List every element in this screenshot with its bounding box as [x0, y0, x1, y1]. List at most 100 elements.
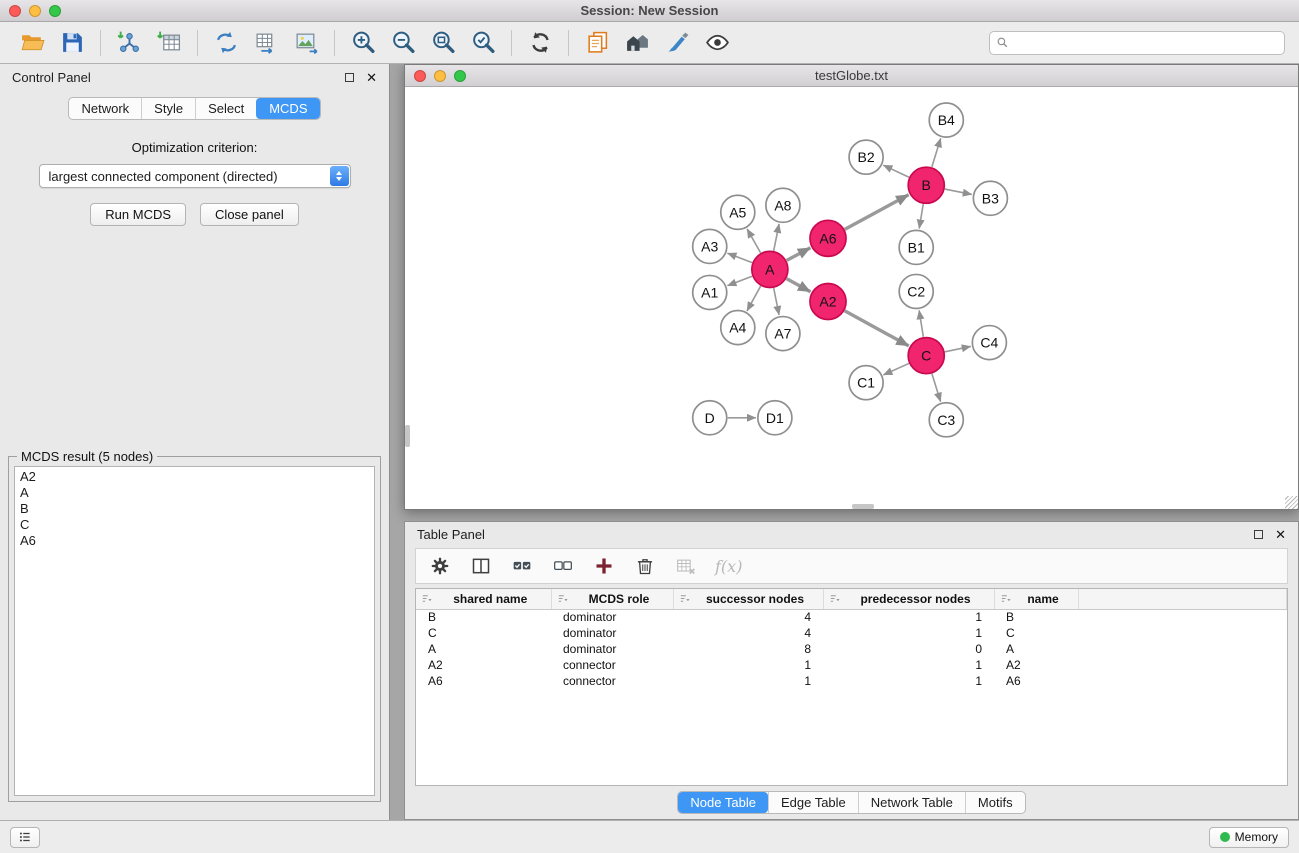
edge-C-C3[interactable] — [932, 374, 941, 402]
unchecked-pair-icon[interactable] — [551, 553, 575, 579]
edge-A-A2[interactable] — [787, 279, 811, 292]
edge-B-B2[interactable] — [883, 165, 909, 177]
graph-node-C2[interactable]: C2 — [899, 274, 933, 308]
table-cell[interactable]: A6 — [994, 673, 1078, 689]
graph-node-A5[interactable]: A5 — [721, 195, 755, 229]
minimize-window-icon[interactable] — [29, 5, 41, 17]
search-field[interactable] — [989, 31, 1285, 55]
table-cell[interactable]: connector — [551, 673, 673, 689]
horizontal-scrollbar-thumb[interactable] — [852, 504, 874, 509]
float-panel-icon[interactable] — [345, 73, 354, 82]
memory-button[interactable]: Memory — [1209, 827, 1289, 848]
arrows-swap-icon[interactable] — [208, 27, 244, 59]
table-cell[interactable]: 1 — [673, 673, 823, 689]
zoom-selected-icon[interactable] — [465, 27, 501, 59]
table-cell[interactable]: B — [994, 609, 1078, 625]
graph-node-C1[interactable]: C1 — [849, 366, 883, 400]
table-row[interactable]: Bdominator41B — [416, 609, 1287, 625]
network-canvas[interactable]: B4B2BB3B1A5A8A6A3AA1A2A4A7C2C4CC1C3DD1 — [405, 87, 1298, 509]
close-window-icon[interactable] — [9, 5, 21, 17]
graph-node-B3[interactable]: B3 — [973, 181, 1007, 215]
graph-node-A4[interactable]: A4 — [721, 311, 755, 345]
zoom-out-icon[interactable] — [385, 27, 421, 59]
graph-node-C4[interactable]: C4 — [972, 326, 1006, 360]
edge-A-A5[interactable] — [747, 229, 760, 253]
edge-A-A7[interactable] — [774, 288, 779, 315]
network-graph[interactable]: B4B2BB3B1A5A8A6A3AA1A2A4A7C2C4CC1C3DD1 — [405, 87, 1298, 509]
edge-A2-C[interactable] — [845, 311, 909, 346]
table-cell[interactable]: 8 — [673, 641, 823, 657]
column-header-predecessor-nodes[interactable]: predecessor nodes — [823, 589, 994, 609]
edge-C-C1[interactable] — [883, 363, 908, 374]
tab-network[interactable]: Network — [69, 98, 141, 119]
close-panel-icon[interactable]: ✕ — [366, 71, 377, 84]
edge-C-C4[interactable] — [945, 346, 971, 351]
table-cell[interactable]: dominator — [551, 609, 673, 625]
table-cell[interactable]: 4 — [673, 609, 823, 625]
edge-A-A3[interactable] — [727, 253, 752, 262]
graph-node-A[interactable]: A — [752, 251, 788, 287]
zoom-in-icon[interactable] — [345, 27, 381, 59]
table-cell[interactable]: B — [416, 609, 551, 625]
float-table-panel-icon[interactable] — [1254, 530, 1263, 539]
graph-node-B[interactable]: B — [908, 167, 944, 203]
graph-node-C3[interactable]: C3 — [929, 403, 963, 437]
edge-C-C2[interactable] — [919, 310, 923, 336]
split-column-icon[interactable] — [469, 553, 493, 579]
add-icon[interactable] — [592, 553, 616, 579]
table-cell[interactable]: 0 — [823, 641, 994, 657]
tab-style[interactable]: Style — [141, 98, 195, 119]
graph-node-D1[interactable]: D1 — [758, 401, 792, 435]
network-close-icon[interactable] — [414, 70, 426, 82]
graph-node-B2[interactable]: B2 — [849, 140, 883, 174]
import-network-icon[interactable] — [111, 27, 147, 59]
tab-select[interactable]: Select — [195, 98, 256, 119]
graph-node-A6[interactable]: A6 — [810, 220, 846, 256]
window-resize-grip[interactable] — [1285, 496, 1298, 509]
optimization-criterion-dropdown[interactable]: largest connected component (directed) — [39, 164, 351, 188]
mcds-result-list[interactable]: A2ABCA6 — [14, 466, 375, 796]
table-row[interactable]: A6connector11A6 — [416, 673, 1287, 689]
graph-node-A8[interactable]: A8 — [766, 188, 800, 222]
close-panel-button[interactable]: Close panel — [200, 203, 299, 226]
result-item[interactable]: B — [20, 501, 369, 517]
table-cell[interactable]: 1 — [673, 657, 823, 673]
graph-node-B1[interactable]: B1 — [899, 230, 933, 264]
graph-node-A3[interactable]: A3 — [693, 229, 727, 263]
table-cell[interactable]: dominator — [551, 641, 673, 657]
checked-pair-icon[interactable] — [510, 553, 534, 579]
graph-node-A2[interactable]: A2 — [810, 283, 846, 319]
result-item[interactable]: A6 — [20, 533, 369, 549]
edge-B-B3[interactable] — [945, 189, 972, 194]
trash-icon[interactable] — [633, 553, 657, 579]
table-cell[interactable]: A2 — [994, 657, 1078, 673]
vertical-scrollbar-thumb[interactable] — [405, 425, 410, 447]
table-cell[interactable]: C — [416, 625, 551, 641]
table-tab-edge-table[interactable]: Edge Table — [768, 792, 858, 813]
paintbrush-icon[interactable] — [659, 27, 695, 59]
edge-A-A8[interactable] — [774, 224, 779, 251]
result-item[interactable]: A — [20, 485, 369, 501]
column-header-mcds-role[interactable]: MCDS role — [551, 589, 673, 609]
zoom-fit-icon[interactable] — [425, 27, 461, 59]
table-cell[interactable]: connector — [551, 657, 673, 673]
refresh-icon[interactable] — [522, 27, 558, 59]
edge-A-A6[interactable] — [787, 248, 811, 261]
documents-icon[interactable] — [579, 27, 615, 59]
table-cell[interactable]: 1 — [823, 625, 994, 641]
search-input[interactable] — [1013, 36, 1278, 50]
run-mcds-button[interactable]: Run MCDS — [90, 203, 186, 226]
import-table-icon[interactable] — [151, 27, 187, 59]
table-row[interactable]: A2connector11A2 — [416, 657, 1287, 673]
eye-icon[interactable] — [699, 27, 735, 59]
houses-icon[interactable] — [619, 27, 655, 59]
edge-B-B4[interactable] — [932, 138, 941, 167]
image-export-icon[interactable] — [288, 27, 324, 59]
graph-node-D[interactable]: D — [693, 401, 727, 435]
table-cell[interactable]: 1 — [823, 609, 994, 625]
network-minimize-icon[interactable] — [434, 70, 446, 82]
result-item[interactable]: A2 — [20, 469, 369, 485]
network-zoom-icon[interactable] — [454, 70, 466, 82]
table-cell[interactable]: A2 — [416, 657, 551, 673]
table-cell[interactable]: 4 — [673, 625, 823, 641]
